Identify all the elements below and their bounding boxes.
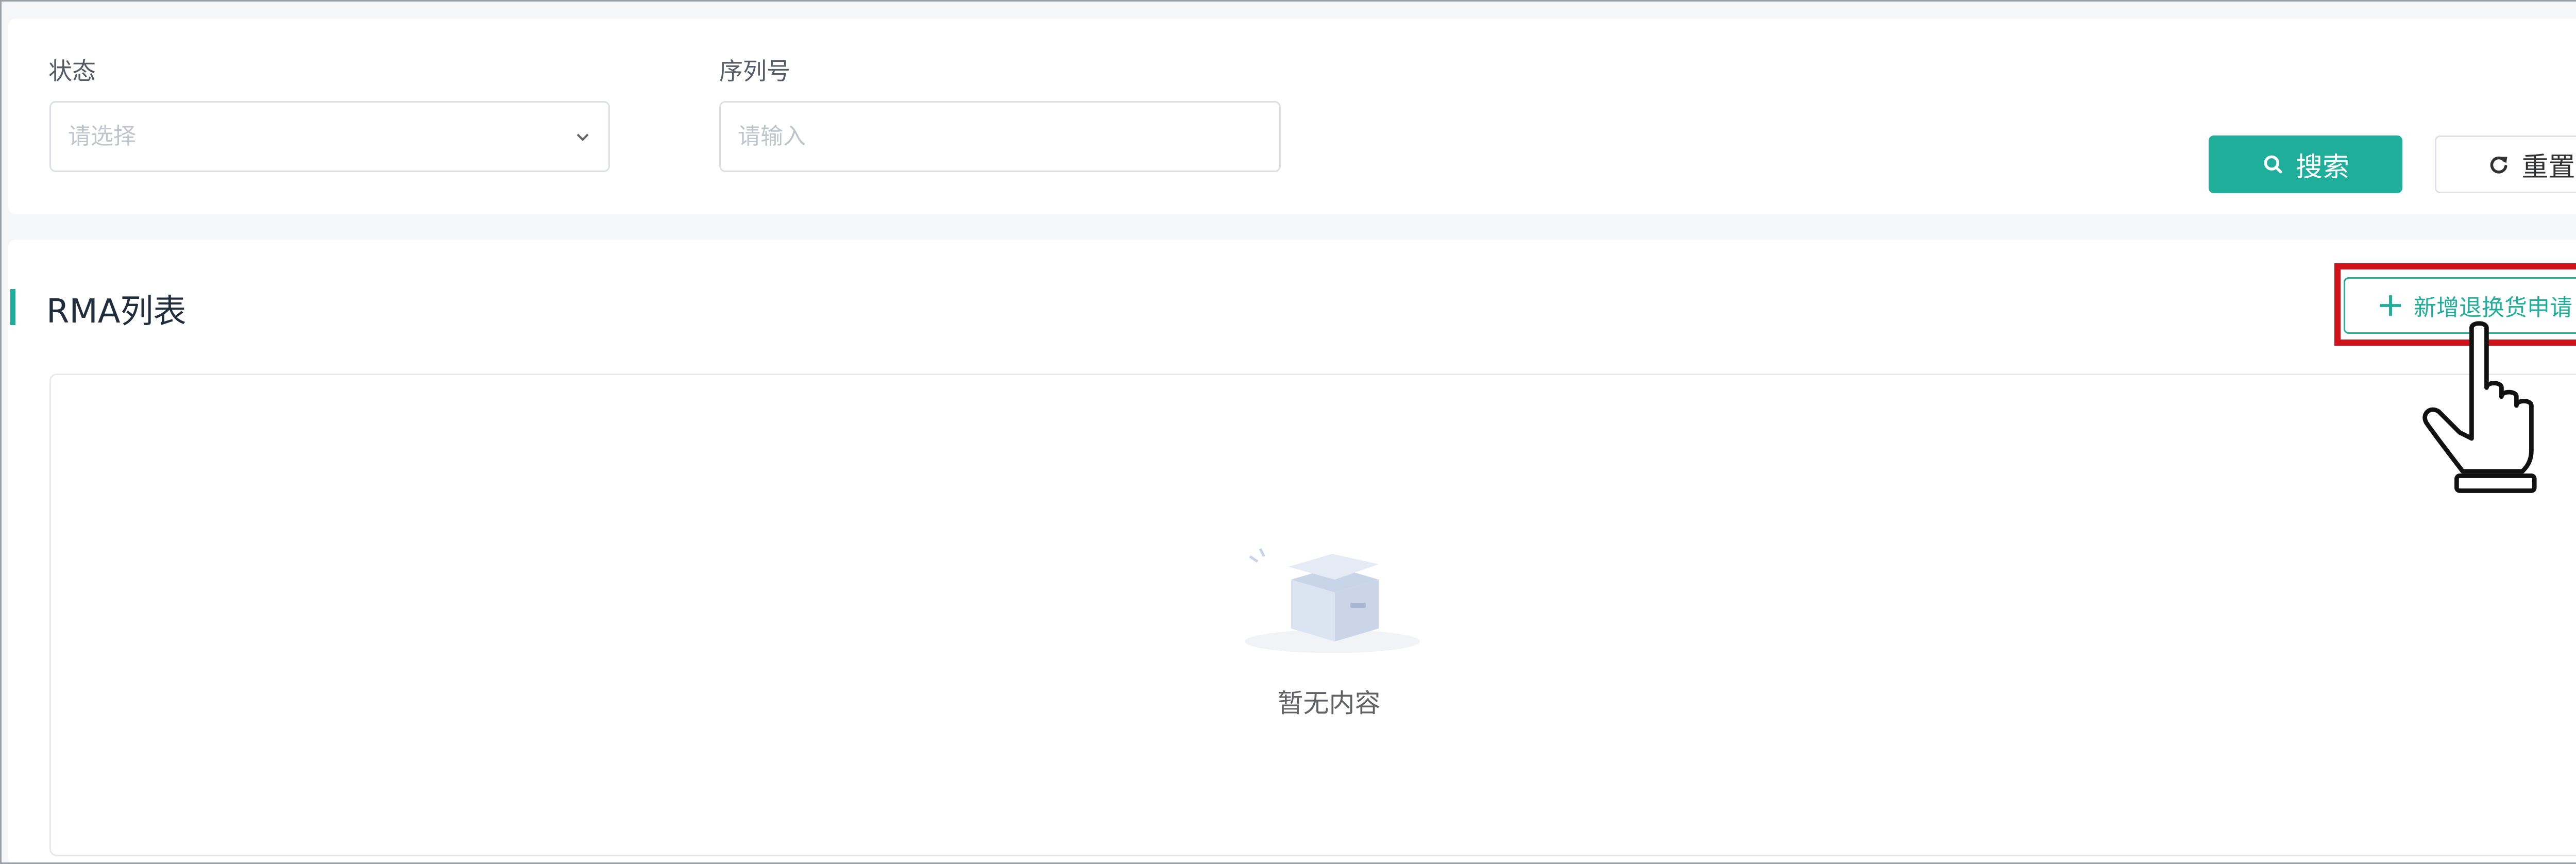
reset-button[interactable]: 重置 bbox=[2435, 135, 2576, 193]
serial-input[interactable]: 请输入 bbox=[719, 101, 1281, 172]
title-accent-bar bbox=[10, 289, 15, 325]
status-label: 状态 bbox=[48, 57, 96, 85]
chevron-down-icon bbox=[577, 133, 589, 141]
reset-button-label: 重置 bbox=[2521, 151, 2575, 183]
empty-box-icon bbox=[1245, 548, 1420, 653]
serial-label: 序列号 bbox=[719, 57, 790, 85]
app-frame: 状态 请选择 序列号 请输入 搜索 重置 RMA列表 新增退换货申请 暂无内容 bbox=[0, 0, 2576, 864]
search-button[interactable]: 搜索 bbox=[2209, 135, 2402, 193]
search-icon bbox=[2264, 155, 2282, 174]
status-placeholder: 请选择 bbox=[68, 123, 136, 149]
search-button-label: 搜索 bbox=[2295, 151, 2349, 183]
serial-placeholder: 请输入 bbox=[738, 123, 806, 149]
status-select[interactable]: 请选择 bbox=[49, 101, 610, 172]
empty-state-text: 暂无内容 bbox=[1277, 688, 1381, 718]
hand-pointer-icon bbox=[2422, 321, 2537, 493]
rma-list-panel: RMA列表 新增退换货申请 暂无内容 bbox=[8, 240, 2576, 862]
filter-panel: 状态 请选择 序列号 请输入 搜索 重置 bbox=[8, 19, 2576, 214]
refresh-icon bbox=[2490, 156, 2507, 174]
page-title: RMA列表 bbox=[46, 293, 187, 331]
